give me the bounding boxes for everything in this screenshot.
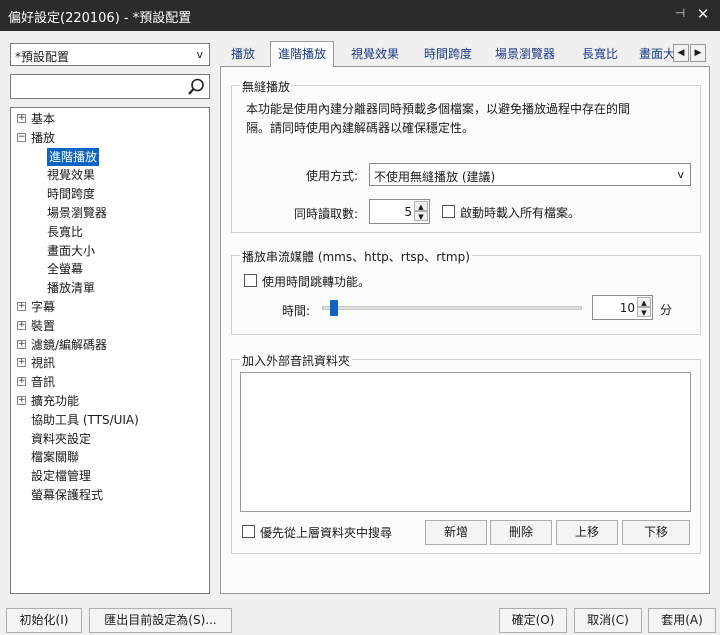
tree-item[interactable]: 濾鏡/編解碼器	[31, 336, 107, 354]
expand-icon[interactable]: +	[17, 320, 26, 330]
load-all-checkbox[interactable]	[442, 205, 455, 218]
time-jump-label: 使用時間跳轉功能。	[262, 275, 371, 289]
tree-item[interactable]: 裝置	[31, 317, 55, 335]
window-title: 偏好設定(220106) - *預設配置	[8, 11, 192, 26]
concurrent-value: 5	[404, 205, 412, 219]
move-down-button[interactable]: 下移	[622, 520, 690, 545]
concurrent-label: 同時讀取數:	[294, 207, 359, 221]
time-slider-thumb[interactable]	[329, 300, 338, 316]
tab-item[interactable]: 場景瀏覽器	[488, 44, 562, 66]
time-label: 時間:	[282, 304, 311, 318]
spin-up-icon[interactable]: ▲	[637, 297, 651, 307]
expand-icon[interactable]: +	[17, 302, 26, 311]
seamless-group: 無縫播放 本功能是使用內建分離器同時預載多個檔案，以避免播放過程中存在的間 隔。…	[231, 78, 701, 233]
parent-search-checkbox[interactable]	[242, 525, 255, 538]
tree-item[interactable]: 播放	[31, 129, 55, 147]
audio-folder-list[interactable]	[240, 372, 691, 512]
tab-item[interactable]: 視覺效果	[344, 44, 406, 66]
expand-icon[interactable]: +	[17, 377, 26, 387]
remove-button[interactable]: 刪除	[490, 520, 552, 545]
chevron-down-icon: v	[677, 168, 684, 181]
tree-item[interactable]: 場景瀏覽器	[47, 204, 107, 222]
tree-item[interactable]: 協助工具 (TTS/UIA)	[31, 411, 139, 429]
tab-item[interactable]: 播放	[224, 44, 262, 66]
close-icon[interactable]: ✕	[694, 5, 712, 25]
apply-button[interactable]: 套用(A)	[648, 608, 716, 633]
ok-button[interactable]: 確定(O)	[499, 608, 567, 633]
mode-value: 不使用無縫播放 (建議)	[374, 170, 496, 184]
time-value: 10	[619, 301, 635, 315]
init-button[interactable]: 初始化(I)	[6, 608, 82, 633]
spin-down-icon[interactable]: ▼	[414, 211, 428, 221]
preset-value: *預設配置	[15, 50, 70, 64]
expand-icon[interactable]: +	[17, 114, 26, 123]
tab-item[interactable]: 進階播放	[270, 41, 335, 67]
tree-item[interactable]: 時間跨度	[47, 185, 95, 203]
mode-label: 使用方式:	[306, 169, 359, 183]
tab-item[interactable]: 長寬比	[575, 44, 625, 66]
tree-item[interactable]: 設定檔管理	[31, 467, 91, 485]
time-slider[interactable]	[322, 306, 582, 310]
settings-tree: + 基本 − 播放 進階播放 視覺效果 時間跨度 場景瀏覽器 長寬比 畫面大小 全螢幕 播放清單 + 字幕…	[10, 107, 210, 594]
expand-icon[interactable]: +	[17, 396, 26, 405]
search-icon[interactable]	[186, 77, 206, 97]
audio-folder-title: 加入外部音訊資料夾	[240, 352, 353, 369]
seamless-desc-line2: 隔。請同時使用內建解碼器以確保穩定性。	[246, 121, 475, 135]
tree-item[interactable]: 播放清單	[47, 279, 95, 297]
search-input[interactable]	[10, 74, 210, 99]
parent-search-label: 優先從上層資料夾中搜尋	[260, 526, 393, 540]
spin-down-icon[interactable]: ▼	[637, 307, 651, 317]
tree-item[interactable]: 視覺效果	[47, 166, 95, 184]
tree-item[interactable]: 資料夾設定	[31, 430, 91, 448]
mode-dropdown[interactable]: 不使用無縫播放 (建議) v	[369, 163, 691, 186]
collapse-icon[interactable]: −	[17, 132, 26, 142]
tab-item[interactable]: 時間跨度	[417, 44, 479, 66]
time-unit: 分	[660, 303, 673, 317]
stream-group: 播放串流媒體 (mms、http、rtsp、rtmp) 使用時間跳轉功能。 時間…	[231, 248, 701, 335]
tree-item[interactable]: 進階播放	[47, 147, 100, 166]
seamless-desc-line1: 本功能是使用內建分離器同時預載多個檔案，以避免播放過程中存在的間	[246, 102, 631, 116]
tree-item[interactable]: 長寬比	[47, 223, 83, 241]
preset-dropdown[interactable]: *預設配置 v	[10, 43, 210, 66]
concurrent-stepper[interactable]: 5 ▲ ▼	[369, 199, 430, 224]
audio-folder-group: 加入外部音訊資料夾 優先從上層資料夾中搜尋 新增 刪除 上移 下移	[231, 352, 701, 554]
tree-item[interactable]: 檔案關聯	[31, 448, 79, 466]
tree-item[interactable]: 視訊	[31, 354, 55, 372]
stream-title: 播放串流媒體 (mms、http、rtsp、rtmp)	[240, 248, 472, 265]
tab-strip: 播放 進階播放 視覺效果 時間跨度 場景瀏覽器 長寬比 畫面大 ◀ ▶	[220, 41, 710, 67]
time-jump-checkbox[interactable]	[244, 274, 257, 287]
chevron-down-icon: v	[196, 48, 203, 61]
expand-icon[interactable]: +	[17, 339, 26, 349]
tree-item[interactable]: 基本	[31, 110, 55, 128]
seamless-title: 無縫播放	[240, 78, 293, 95]
tab-scroll-right-icon[interactable]: ▶	[690, 44, 706, 62]
tree-item[interactable]: 畫面大小	[47, 242, 95, 260]
tab-scroll-left-icon[interactable]: ◀	[673, 44, 689, 62]
time-stepper[interactable]: 10 ▲ ▼	[592, 295, 653, 320]
cancel-button[interactable]: 取消(C)	[574, 608, 642, 633]
tree-item[interactable]: 全螢幕	[47, 260, 83, 278]
load-all-label: 啟動時載入所有檔案。	[460, 206, 581, 220]
add-button[interactable]: 新增	[425, 520, 487, 545]
export-settings-button[interactable]: 匯出目前設定為(S)...	[89, 608, 232, 633]
expand-icon[interactable]: +	[17, 358, 26, 368]
tree-item[interactable]: 螢幕保護程式	[31, 486, 103, 504]
tree-item[interactable]: 音訊	[31, 373, 55, 391]
move-up-button[interactable]: 上移	[556, 520, 618, 545]
pin-icon[interactable]: ⊣	[672, 6, 688, 24]
content-panel: 無縫播放 本功能是使用內建分離器同時預載多個檔案，以避免播放過程中存在的間 隔。…	[220, 66, 710, 594]
title-bar: 偏好設定(220106) - *預設配置 ⊣ ✕	[0, 0, 720, 31]
tree-item[interactable]: 擴充功能	[31, 392, 79, 410]
spin-up-icon[interactable]: ▲	[414, 201, 428, 211]
tree-item[interactable]: 字幕	[31, 298, 55, 316]
